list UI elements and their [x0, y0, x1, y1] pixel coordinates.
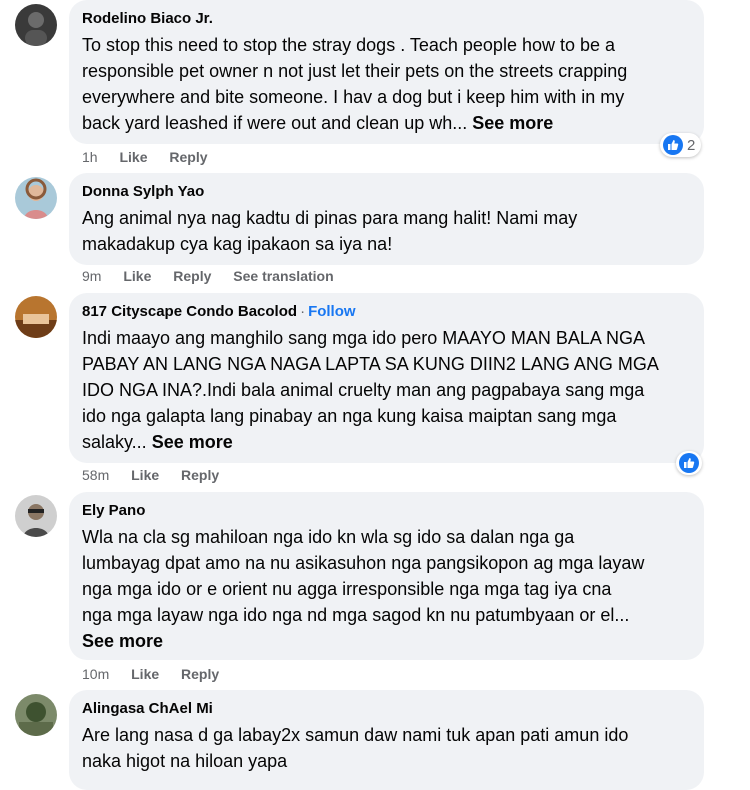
- reaction-summary[interactable]: [676, 451, 702, 475]
- comment-bubble: Donna Sylph Yao Ang animal nya nag kadtu…: [69, 173, 704, 265]
- see-more-link[interactable]: See more: [152, 432, 233, 452]
- see-more-link[interactable]: See more: [472, 113, 553, 133]
- comment-author[interactable]: Donna Sylph Yao: [82, 183, 690, 201]
- like-button[interactable]: Like: [131, 666, 159, 682]
- avatar[interactable]: [15, 495, 57, 537]
- comment-bubble: Rodelino Biaco Jr. To stop this need to …: [69, 0, 704, 144]
- like-button[interactable]: Like: [131, 467, 159, 483]
- reply-button[interactable]: Reply: [169, 149, 207, 165]
- reaction-summary[interactable]: 2: [660, 133, 702, 157]
- comment-text: To stop this need to stop the stray dogs…: [82, 35, 628, 133]
- like-reaction-icon: [663, 135, 683, 155]
- reply-button[interactable]: Reply: [173, 268, 211, 284]
- comment-timestamp[interactable]: 9m: [82, 268, 101, 284]
- avatar[interactable]: [15, 296, 57, 338]
- comment-text: Ang animal nya nag kadtu di pinas para m…: [82, 208, 578, 254]
- comment-author: 817 Cityscape Condo Bacolod · Follow: [82, 303, 690, 321]
- like-reaction-icon: [679, 453, 699, 473]
- separator-dot: ·: [300, 303, 306, 320]
- comment-author[interactable]: Rodelino Biaco Jr.: [82, 10, 690, 28]
- comment-text: Are lang nasa d ga labay2x samun daw nam…: [82, 725, 629, 771]
- like-button[interactable]: Like: [123, 268, 151, 284]
- comment-timestamp[interactable]: 58m: [82, 467, 109, 483]
- comment-timestamp[interactable]: 10m: [82, 666, 109, 682]
- comment-author[interactable]: Alingasa ChAel Mi: [82, 700, 690, 718]
- reply-button[interactable]: Reply: [181, 467, 219, 483]
- comment-actions: 9m Like Reply See translation: [82, 267, 352, 285]
- comment-actions: 10m Like Reply: [82, 665, 237, 683]
- comment-actions: 58m Like Reply: [82, 466, 237, 484]
- comment-bubble: Alingasa ChAel Mi Are lang nasa d ga lab…: [69, 690, 704, 790]
- avatar[interactable]: [15, 4, 57, 46]
- reply-button[interactable]: Reply: [181, 666, 219, 682]
- avatar[interactable]: [15, 177, 57, 219]
- see-more-link[interactable]: See more: [82, 631, 163, 651]
- like-button[interactable]: Like: [119, 149, 147, 165]
- comment-bubble: 817 Cityscape Condo Bacolod · Follow Indi …: [69, 293, 704, 463]
- reaction-count: 2: [687, 136, 696, 154]
- comment-bubble: Ely Pano Wla na cla sg mahiloan nga ido …: [69, 492, 704, 660]
- avatar[interactable]: [15, 694, 57, 736]
- comment-text: Indi maayo ang manghilo sang mga ido per…: [82, 328, 659, 452]
- comment-author[interactable]: Ely Pano: [82, 502, 690, 520]
- page-name[interactable]: 817 Cityscape Condo Bacolod: [82, 303, 297, 320]
- comment-actions: 1h Like Reply: [82, 148, 226, 166]
- follow-button[interactable]: Follow: [308, 303, 356, 320]
- see-translation-link[interactable]: See translation: [233, 268, 333, 284]
- comment-text: Wla na cla sg mahiloan nga ido kn wla sg…: [82, 527, 645, 651]
- comment-timestamp[interactable]: 1h: [82, 149, 98, 165]
